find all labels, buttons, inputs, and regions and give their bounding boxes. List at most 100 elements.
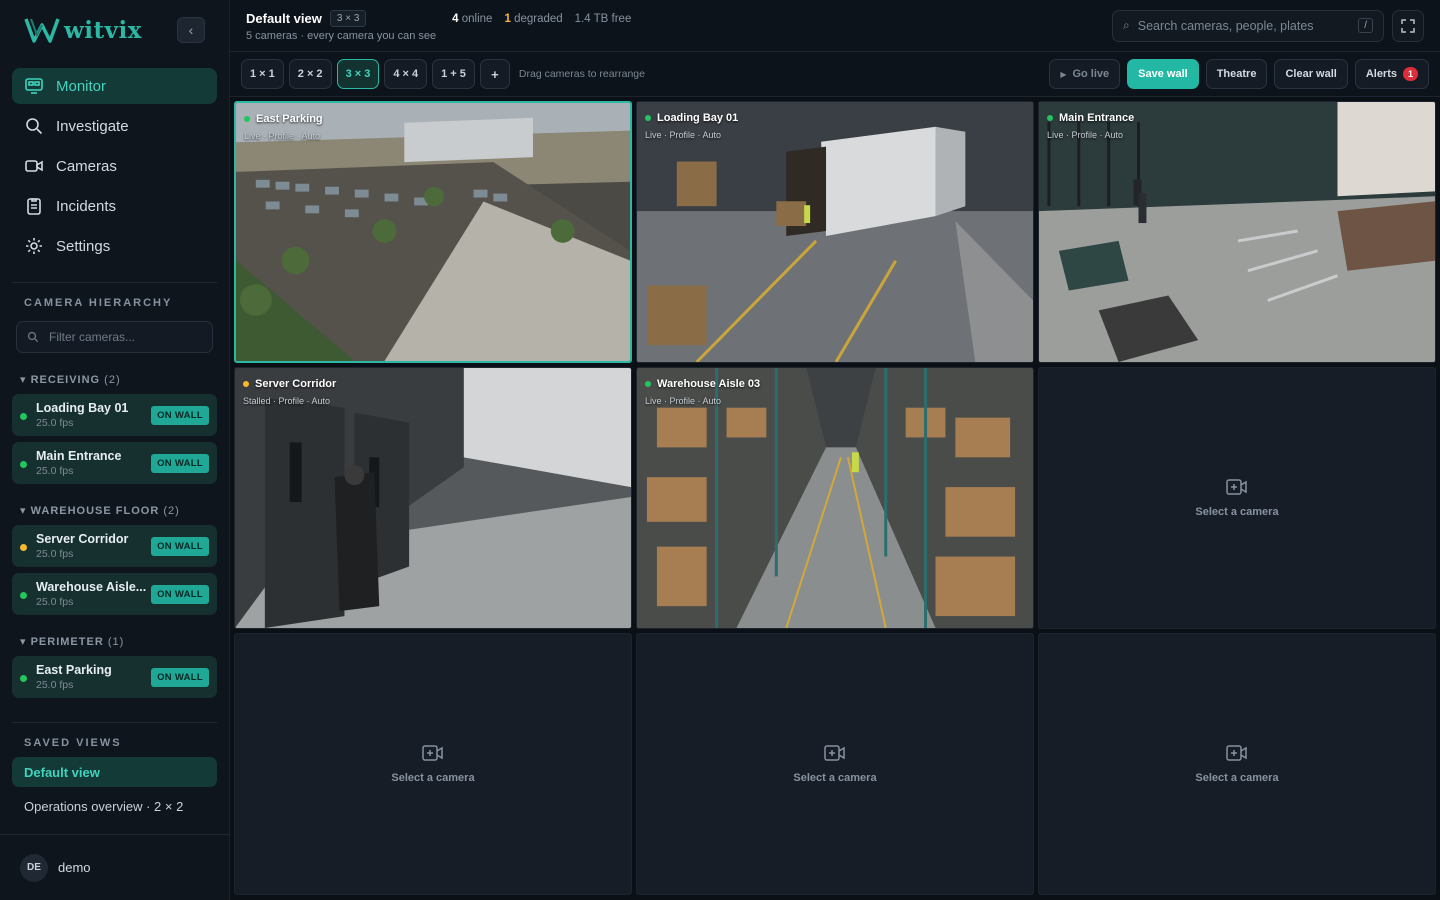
alerts-count-badge: 1 (1403, 67, 1418, 81)
group-count: (2) (163, 505, 180, 517)
group-name: WAREHOUSE FLOOR (30, 505, 160, 517)
nav-item-incidents[interactable]: Incidents (12, 188, 217, 224)
camera-name: East Parking (36, 663, 112, 677)
alerts-button[interactable]: Alerts 1 (1354, 59, 1429, 89)
camera-fps: 25.0 fps (36, 417, 74, 429)
camera-name: Server Corridor (36, 532, 129, 546)
add-camera-icon (1226, 479, 1247, 495)
collapse-sidebar-button[interactable]: ‹ (177, 17, 205, 43)
group-name: RECEIVING (30, 374, 101, 386)
empty-tile[interactable]: Select a camera (234, 633, 632, 895)
tile-camera-name: East Parking (256, 113, 323, 125)
tile-camera-name: Server Corridor (255, 378, 337, 390)
search-shortcut: / (1358, 18, 1373, 33)
add-camera-icon (1226, 745, 1247, 761)
select-camera-label: Select a camera (391, 772, 475, 784)
fullscreen-button[interactable] (1392, 9, 1424, 42)
go-live-button[interactable]: ▶ Go live (1049, 59, 1121, 89)
brand-name: witvix (64, 16, 142, 44)
video-tile-server-corridor[interactable]: Server Corridor Stalled · Profile · Auto (234, 367, 632, 629)
search-icon: ⌕ (1123, 18, 1130, 32)
online-stat: 4 online (452, 12, 493, 25)
tile-label: Main Entrance Live · Profile · Auto (1047, 112, 1134, 140)
tile-meta: Live · Profile · Auto (1047, 130, 1124, 140)
layout-1x1-button[interactable]: 1 × 1 (241, 59, 284, 89)
save-wall-button[interactable]: Save wall (1127, 59, 1199, 89)
camera-item-warehouse-aisle[interactable]: Warehouse Aisle... 25.0 fps ON WALL (12, 573, 217, 615)
camera-feed-warehouse-aisle (637, 368, 1033, 628)
fullscreen-icon (1401, 18, 1415, 33)
camera-item-loading-bay-01[interactable]: Loading Bay 01 25.0 fps ON WALL (12, 394, 217, 436)
clear-wall-button[interactable]: Clear wall (1274, 59, 1348, 89)
divider (12, 722, 217, 723)
camera-feed-corridor (235, 368, 631, 628)
group-title-warehouse-floor[interactable]: ▾ WAREHOUSE FLOOR (2) (0, 504, 229, 517)
caret-down-icon: ▾ (20, 505, 27, 517)
nav-label: Cameras (56, 157, 117, 175)
nav-label: Investigate (56, 117, 129, 135)
user-menu[interactable]: DE demo (0, 834, 229, 900)
saved-view-default[interactable]: Default view (12, 757, 217, 787)
group-title-perimeter[interactable]: ▾ PERIMETER (1) (0, 635, 229, 648)
search-input[interactable]: ⌕ Search cameras, people, plates / (1112, 9, 1384, 42)
nav-label: Settings (56, 237, 111, 255)
nav-item-settings[interactable]: Settings (12, 228, 217, 264)
filter-cameras-input[interactable]: Filter cameras... (16, 321, 213, 353)
hierarchy-title: CAMERA HIERARCHY (24, 297, 173, 309)
search-icon (26, 118, 43, 135)
layout-1plus5-button[interactable]: 1 + 5 (432, 59, 475, 89)
logo-icon (24, 18, 60, 43)
status-dot (243, 381, 249, 387)
empty-tile[interactable]: Select a camera (1038, 367, 1436, 629)
empty-tile[interactable]: Select a camera (636, 633, 1034, 895)
nav-item-monitor[interactable]: Monitor (12, 68, 217, 104)
select-camera-label: Select a camera (1195, 506, 1279, 518)
play-icon: ▶ (1060, 69, 1067, 79)
camera-item-main-entrance[interactable]: Main Entrance 25.0 fps ON WALL (12, 442, 217, 484)
caret-down-icon: ▾ (20, 374, 27, 386)
monitor-icon (25, 78, 43, 94)
video-tile-main-entrance[interactable]: Main Entrance Live · Profile · Auto (1038, 101, 1436, 363)
layout-4x4-button[interactable]: 4 × 4 (384, 59, 428, 89)
filter-placeholder: Filter cameras... (49, 330, 136, 344)
nav-label: Incidents (56, 197, 117, 215)
theatre-button[interactable]: Theatre (1205, 59, 1268, 89)
tile-camera-name: Loading Bay 01 (657, 112, 739, 124)
group-title-receiving[interactable]: ▾ RECEIVING (2) (0, 373, 229, 386)
layout-2x2-button[interactable]: 2 × 2 (288, 59, 332, 89)
video-tile-loading-bay-01[interactable]: Loading Bay 01 Live · Profile · Auto (636, 101, 1034, 363)
caret-down-icon: ▾ (20, 636, 27, 648)
topbar: Default view 3 × 3 5 cameras · every cam… (230, 0, 1440, 52)
search-icon (27, 331, 39, 343)
gear-icon (26, 238, 42, 254)
camera-name: Main Entrance (36, 449, 122, 463)
page-title: Default view (246, 10, 322, 26)
main-nav: Monitor Investigate Cameras Incidents Se… (0, 60, 229, 268)
avatar: DE (20, 853, 48, 882)
camera-name: Loading Bay 01 (36, 401, 129, 415)
saved-view-operations-overview[interactable]: Operations overview · 2 × 2 (12, 791, 217, 821)
video-tile-east-parking[interactable]: East Parking Live · Profile · Auto (234, 101, 632, 363)
add-layout-button[interactable]: + (479, 59, 510, 89)
camera-feed-loading-bay (637, 102, 1033, 362)
video-tile-warehouse-aisle-03[interactable]: Warehouse Aisle 03 Live · Profile · Auto (636, 367, 1034, 629)
tile-label: East Parking Live · Profile · Auto (244, 113, 323, 141)
on-wall-badge: ON WALL (151, 667, 209, 687)
tile-label: Warehouse Aisle 03 Live · Profile · Auto (645, 378, 760, 406)
camera-fps: 25.0 fps (36, 548, 74, 560)
sidebar: witvix ‹ Monitor Investigate Cameras Inc… (0, 0, 230, 900)
tile-camera-name: Warehouse Aisle 03 (657, 378, 761, 390)
storage-stat: 1.4 TB free (574, 12, 632, 25)
chevron-left-icon: ‹ (188, 22, 194, 38)
camera-item-east-parking[interactable]: East Parking 25.0 fps ON WALL (12, 656, 217, 698)
nav-item-cameras[interactable]: Cameras (12, 148, 217, 184)
layout-3x3-button[interactable]: 3 × 3 (336, 59, 380, 89)
empty-tile[interactable]: Select a camera (1038, 633, 1436, 895)
nav-item-investigate[interactable]: Investigate (12, 108, 217, 144)
camera-item-server-corridor[interactable]: Server Corridor 25.0 fps ON WALL (12, 525, 217, 567)
on-wall-badge: ON WALL (151, 453, 209, 473)
status-dot (645, 381, 651, 387)
status-dot (20, 544, 27, 551)
status-dot (244, 116, 250, 122)
saved-views-title: SAVED VIEWS (24, 737, 122, 749)
